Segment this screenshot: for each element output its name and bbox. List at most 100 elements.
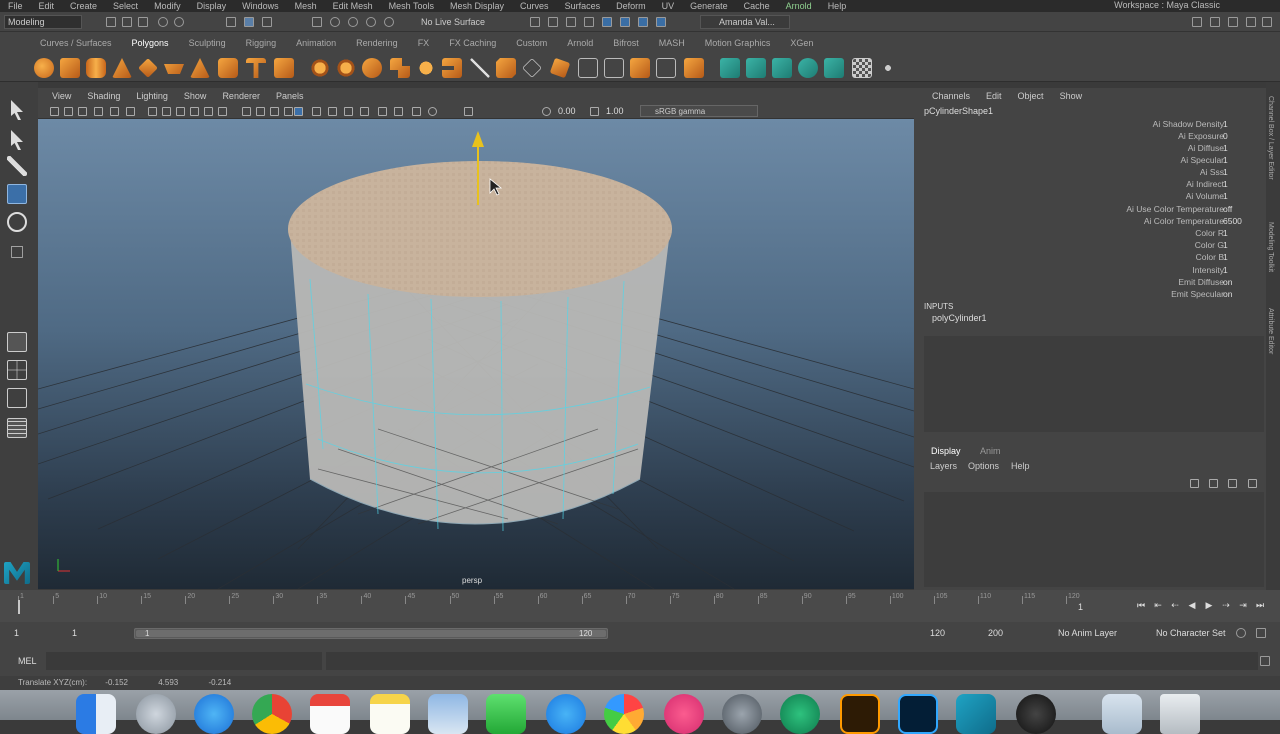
- color-space-dropdown[interactable]: sRGB gamma: [640, 105, 758, 117]
- menu-curves[interactable]: Curves: [512, 1, 557, 11]
- shelf-tab-bifrost[interactable]: Bifrost: [603, 38, 649, 48]
- persp-outliner-icon[interactable]: [7, 388, 27, 408]
- step-back-key-icon[interactable]: ⇤: [1153, 600, 1163, 610]
- move-tool-icon[interactable]: [7, 184, 27, 204]
- outliner-icon[interactable]: [7, 418, 27, 438]
- gamma-field[interactable]: 1.00: [606, 106, 624, 116]
- poly-torus-icon[interactable]: [138, 58, 158, 78]
- shelf-tab-fx[interactable]: FX: [408, 38, 440, 48]
- menu-mesh-display[interactable]: Mesh Display: [442, 1, 512, 11]
- channel-object-menu[interactable]: Object: [1010, 91, 1052, 101]
- anti-aliasing-icon[interactable]: [360, 107, 369, 116]
- paint-select-icon[interactable]: [7, 156, 27, 176]
- trash-icon[interactable]: [1160, 694, 1200, 734]
- snap-grid-icon[interactable]: [312, 17, 322, 27]
- auto-uv-icon[interactable]: [798, 58, 818, 78]
- image-plane-icon[interactable]: [94, 107, 103, 116]
- single-perspective-icon[interactable]: [7, 332, 27, 352]
- safe-action-icon[interactable]: [218, 107, 227, 116]
- go-to-start-icon[interactable]: ⏮: [1136, 600, 1146, 610]
- attr-value[interactable]: 1: [1223, 119, 1253, 129]
- film-gate-icon[interactable]: [162, 107, 171, 116]
- poly-cylinder-icon[interactable]: [86, 58, 106, 78]
- attr-value[interactable]: on: [1223, 289, 1253, 299]
- append-icon[interactable]: [549, 57, 571, 79]
- inputs-node[interactable]: polyCylinder1: [932, 313, 987, 323]
- new-empty-layer-icon[interactable]: [1228, 479, 1237, 488]
- menu-mesh-tools[interactable]: Mesh Tools: [381, 1, 442, 11]
- shelf-tab-fx-caching[interactable]: FX Caching: [439, 38, 506, 48]
- auto-key-icon[interactable]: [1236, 628, 1246, 638]
- snap-curve-icon[interactable]: [330, 17, 340, 27]
- scene-end-field[interactable]: 200: [988, 628, 1003, 638]
- character-set-dropdown[interactable]: No Character Set: [1156, 628, 1226, 638]
- step-forward-frame-icon[interactable]: ⇢: [1221, 600, 1231, 610]
- time-slider[interactable]: 1 5 10 15 20 25 30 35 40 45 50 55 60 65 70 75 80 85 90 95 10…: [0, 590, 1280, 622]
- tab-display-layers[interactable]: Display: [931, 446, 961, 456]
- depth-of-field-icon[interactable]: [378, 107, 387, 116]
- xray-active-icon[interactable]: [464, 107, 473, 116]
- textured-icon[interactable]: [284, 107, 293, 116]
- viewport-menu-lighting[interactable]: Lighting: [128, 91, 176, 101]
- poly-disc-icon[interactable]: [190, 58, 210, 78]
- channel-edit-menu[interactable]: Edit: [978, 91, 1010, 101]
- offset-edge-loop-icon[interactable]: [604, 58, 624, 78]
- menu-windows[interactable]: Windows: [234, 1, 287, 11]
- channel-box-side-tab[interactable]: Channel Box / Layer Editor: [1267, 96, 1274, 180]
- insert-edge-loop-icon[interactable]: [578, 58, 598, 78]
- multicut-icon[interactable]: [470, 58, 490, 78]
- attr-value[interactable]: 0: [1223, 131, 1253, 141]
- menu-select[interactable]: Select: [105, 1, 146, 11]
- attr-value[interactable]: 6500: [1223, 216, 1253, 226]
- menu-set-dropdown[interactable]: Modeling: [4, 15, 82, 29]
- shelf-tab-rendering[interactable]: Rendering: [346, 38, 408, 48]
- viewport-menu-view[interactable]: View: [44, 91, 79, 101]
- pause-render-icon[interactable]: [638, 17, 648, 27]
- snap-point-icon[interactable]: [348, 17, 358, 27]
- new-layer-from-selection-icon[interactable]: [1248, 479, 1257, 488]
- attribute-editor-side-tab[interactable]: Attribute Editor: [1267, 308, 1274, 354]
- isolate-select-icon[interactable]: [394, 107, 403, 116]
- lights-icon[interactable]: [294, 107, 303, 116]
- smooth-shade-icon[interactable]: [256, 107, 265, 116]
- anim-prefs-icon[interactable]: [1256, 628, 1266, 638]
- anim-start-field[interactable]: 1: [72, 628, 77, 638]
- xray-icon[interactable]: [412, 107, 421, 116]
- poly-cone-icon[interactable]: [112, 58, 132, 78]
- svg-icon[interactable]: [274, 58, 294, 78]
- lasso-tool-icon[interactable]: [11, 130, 23, 150]
- move-layer-up-icon[interactable]: [1190, 479, 1199, 488]
- attr-value[interactable]: 1: [1223, 240, 1253, 250]
- attr-value[interactable]: 1: [1223, 191, 1253, 201]
- menu-generate[interactable]: Generate: [682, 1, 736, 11]
- select-object-icon[interactable]: [244, 17, 254, 27]
- wireframe-on-shaded-icon[interactable]: [270, 107, 279, 116]
- attribute-editor-toggle-icon[interactable]: [1228, 17, 1238, 27]
- viewport-menu-panels[interactable]: Panels: [268, 91, 312, 101]
- time-machine-icon[interactable]: [780, 694, 820, 734]
- menu-surfaces[interactable]: Surfaces: [557, 1, 609, 11]
- checker-icon[interactable]: [852, 58, 872, 78]
- planar-uv-icon[interactable]: [720, 58, 740, 78]
- menu-display[interactable]: Display: [189, 1, 235, 11]
- uv-editor-icon[interactable]: [824, 58, 844, 78]
- snap-surface-icon[interactable]: [384, 17, 394, 27]
- shelf-tab-polygons[interactable]: Polygons: [122, 38, 179, 48]
- render-settings-icon[interactable]: [566, 17, 576, 27]
- modeling-toolkit-side-tab[interactable]: Modeling Toolkit: [1267, 222, 1274, 272]
- play-forward-icon[interactable]: ▶: [1204, 600, 1214, 610]
- merge-icon[interactable]: [656, 58, 676, 78]
- spherical-uv-icon[interactable]: [772, 58, 792, 78]
- two-d-pan-icon[interactable]: [110, 107, 119, 116]
- menu-edit[interactable]: Edit: [31, 1, 63, 11]
- save-scene-icon[interactable]: [138, 17, 148, 27]
- calendar-icon[interactable]: [310, 694, 350, 734]
- shelf-tab-custom[interactable]: Custom: [506, 38, 557, 48]
- select-tool-icon[interactable]: [11, 100, 23, 120]
- launchpad-icon[interactable]: [136, 694, 176, 734]
- menu-modify[interactable]: Modify: [146, 1, 189, 11]
- system-preferences-icon[interactable]: [722, 694, 762, 734]
- anim-end-field[interactable]: 120: [930, 628, 945, 638]
- itunes-icon[interactable]: [664, 694, 704, 734]
- open-scene-icon[interactable]: [122, 17, 132, 27]
